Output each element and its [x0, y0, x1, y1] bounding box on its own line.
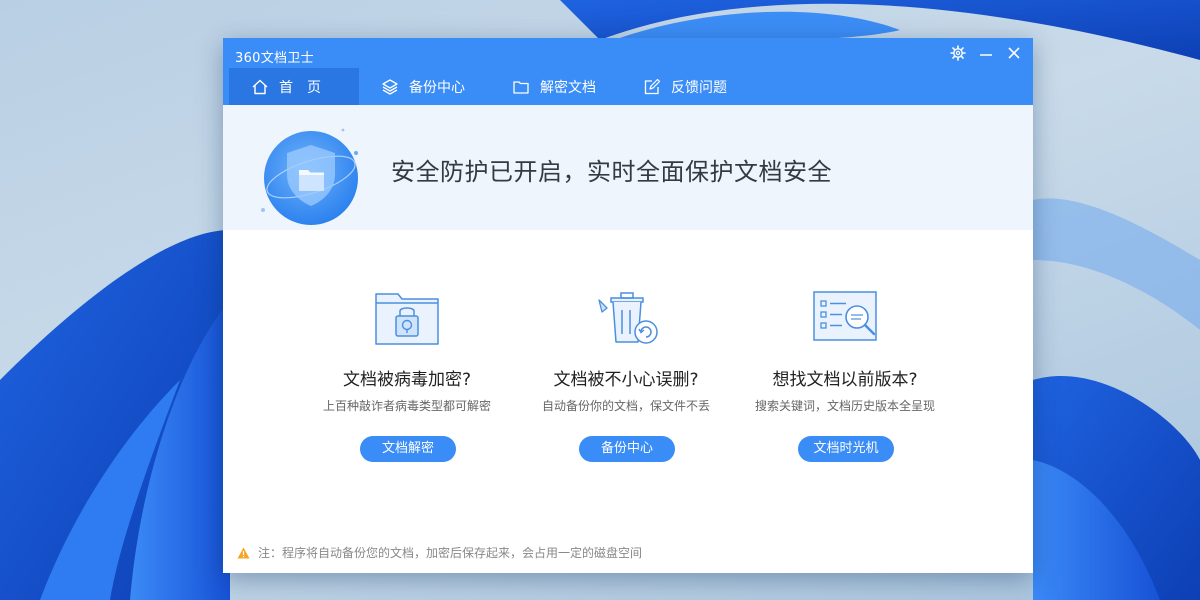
- time-machine-button[interactable]: 文档时光机: [798, 436, 894, 462]
- tab-decrypt-label: 解密文档: [540, 79, 596, 96]
- tab-feedback-label: 反馈问题: [671, 79, 727, 96]
- tab-backup-center[interactable]: 备份中心: [381, 68, 465, 105]
- trash-restore-icon: [598, 292, 658, 344]
- feature-description: 搜索关键词，文档历史版本全呈现: [754, 399, 935, 413]
- footer-note-text: 注：程序将自动备份您的文档，加密后保存起来，会占用一定的磁盘空间: [258, 546, 643, 560]
- folder-icon: [512, 78, 530, 96]
- tab-feedback[interactable]: 反馈问题: [643, 68, 727, 105]
- minimize-button[interactable]: [973, 42, 999, 64]
- feature-title: 想找文档以前版本?: [772, 370, 918, 390]
- settings-button[interactable]: [945, 42, 971, 64]
- minimize-icon: [980, 54, 992, 56]
- backup-center-button[interactable]: 备份中心: [579, 436, 675, 462]
- title-bar: 360文档卫士 首页 备份中心 解密文档 反馈问题: [223, 38, 1033, 105]
- banner-title: 安全防护已开启，实时全面保护文档安全: [391, 158, 832, 186]
- tab-home-label: 首页: [279, 79, 335, 96]
- feature-title: 文档被病毒加密?: [342, 370, 472, 390]
- document-search-icon: [813, 291, 877, 341]
- shield-folder-icon: [261, 128, 358, 225]
- feature-description: 上百种敲诈者病毒类型都可解密: [322, 399, 491, 413]
- close-button[interactable]: [1001, 42, 1027, 64]
- gear-icon: [950, 45, 966, 61]
- tab-decrypt-docs[interactable]: 解密文档: [512, 68, 596, 105]
- tab-backup-label: 备份中心: [409, 79, 465, 96]
- footer-note: 注：程序将自动备份您的文档，加密后保存起来，会占用一定的磁盘空间: [237, 544, 642, 561]
- app-window: 360文档卫士 首页 备份中心 解密文档 反馈问题 安全防护已开启，实时全面保护…: [223, 38, 1033, 573]
- app-title: 360文档卫士: [235, 51, 314, 66]
- edit-icon: [643, 78, 661, 96]
- close-icon: [1008, 47, 1020, 59]
- feature-title: 文档被不小心误删?: [553, 370, 699, 390]
- home-icon: [251, 78, 269, 96]
- tab-home[interactable]: 首页: [229, 68, 359, 105]
- protection-banner: 安全防护已开启，实时全面保护文档安全: [223, 105, 1033, 230]
- decrypt-docs-button[interactable]: 文档解密: [360, 436, 456, 462]
- warning-icon: [237, 547, 250, 559]
- layers-icon: [381, 78, 399, 96]
- locked-folder-icon: [375, 293, 439, 345]
- feature-description: 自动备份你的文档，保文件不丢: [541, 399, 710, 413]
